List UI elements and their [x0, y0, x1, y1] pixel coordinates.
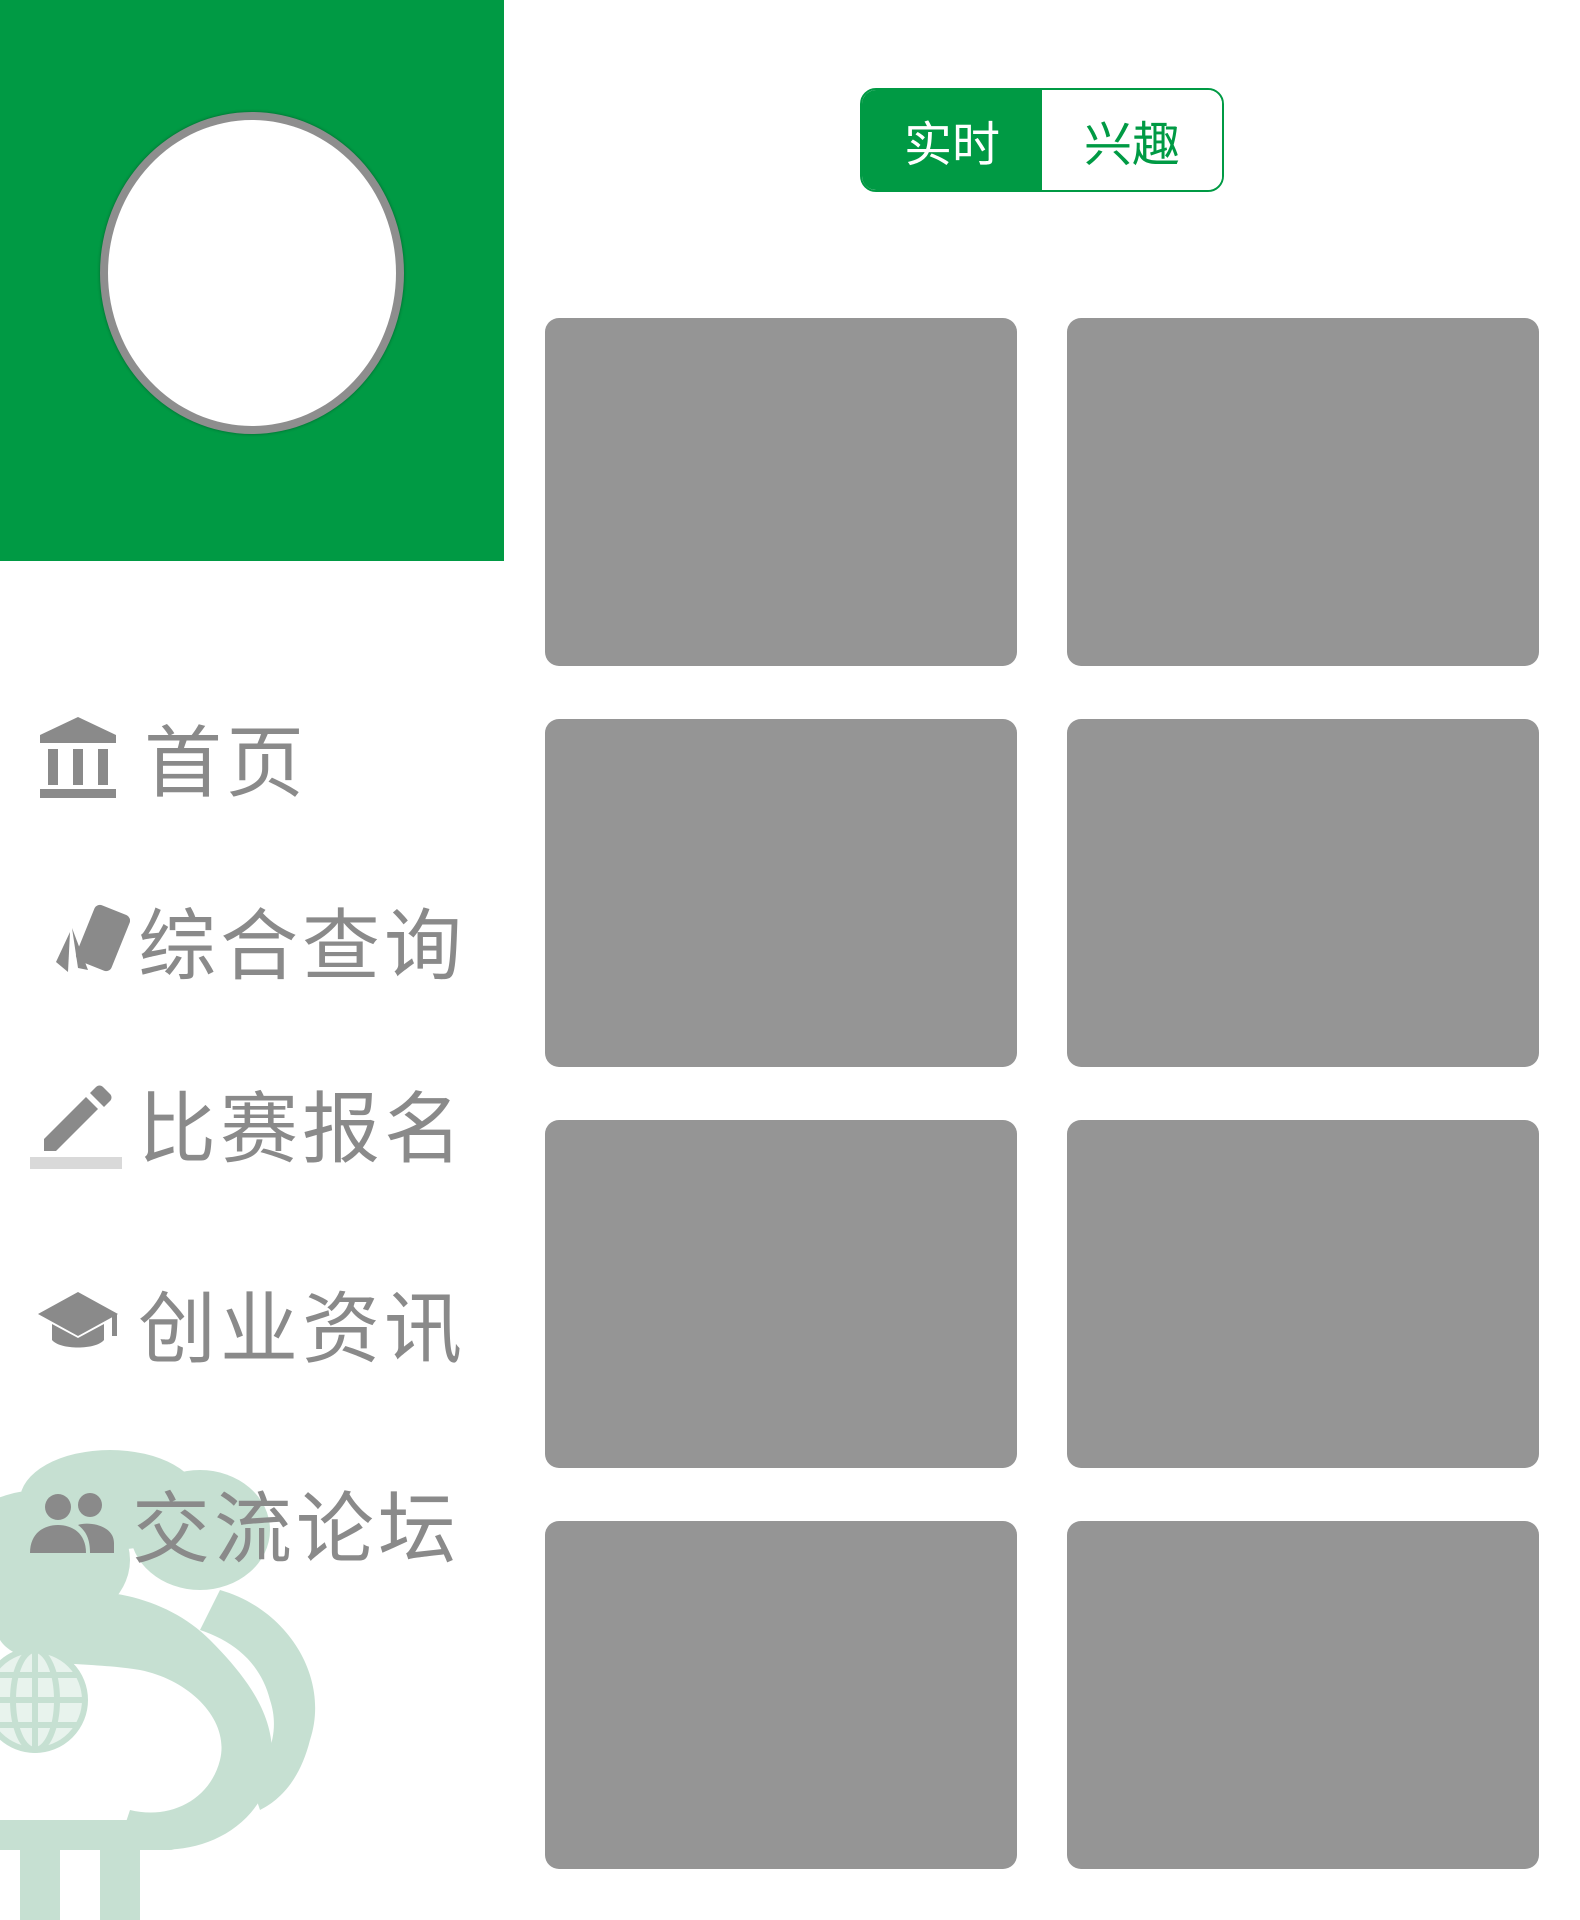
content-card[interactable]: [545, 318, 1017, 666]
feed-mode-toggle: 实时 兴趣: [860, 88, 1224, 192]
sidebar-item-forum[interactable]: 交流论坛: [0, 1468, 504, 1578]
sidebar-item-label: 首页: [144, 719, 309, 809]
content-card[interactable]: [1067, 318, 1539, 666]
content-card[interactable]: [1067, 1521, 1539, 1869]
content-card[interactable]: [545, 719, 1017, 1067]
sidebar-item-label: 创业资讯: [138, 1285, 467, 1375]
sidebar-drawer: 首页 综合查询 比赛报名 创业资讯 交流论坛: [0, 0, 504, 1920]
content-card[interactable]: [1067, 1120, 1539, 1468]
app-root: 首页 综合查询 比赛报名 创业资讯 交流论坛 实时 兴趣: [0, 0, 1580, 1920]
graduation-cap-icon: [28, 1273, 128, 1373]
content-card[interactable]: [545, 1521, 1017, 1869]
cards-icon: [38, 890, 138, 990]
tab-interest[interactable]: 兴趣: [1042, 90, 1222, 190]
pencil-icon: [26, 1073, 126, 1173]
sidebar-item-registration[interactable]: 比赛报名: [0, 1068, 504, 1178]
sidebar-item-label: 交流论坛: [132, 1485, 461, 1575]
sidebar-item-search[interactable]: 综合查询: [0, 885, 504, 995]
sidebar-item-label: 综合查询: [138, 902, 467, 992]
sidebar-item-news[interactable]: 创业资讯: [0, 1268, 504, 1378]
content-card[interactable]: [545, 1120, 1017, 1468]
tab-realtime[interactable]: 实时: [862, 90, 1042, 190]
profile-header: [0, 0, 504, 561]
sidebar-item-home[interactable]: 首页: [0, 702, 504, 812]
content-card[interactable]: [1067, 719, 1539, 1067]
avatar[interactable]: [100, 112, 404, 434]
people-icon: [22, 1473, 122, 1573]
bank-icon: [28, 707, 128, 807]
sidebar-item-label: 比赛报名: [138, 1085, 467, 1175]
